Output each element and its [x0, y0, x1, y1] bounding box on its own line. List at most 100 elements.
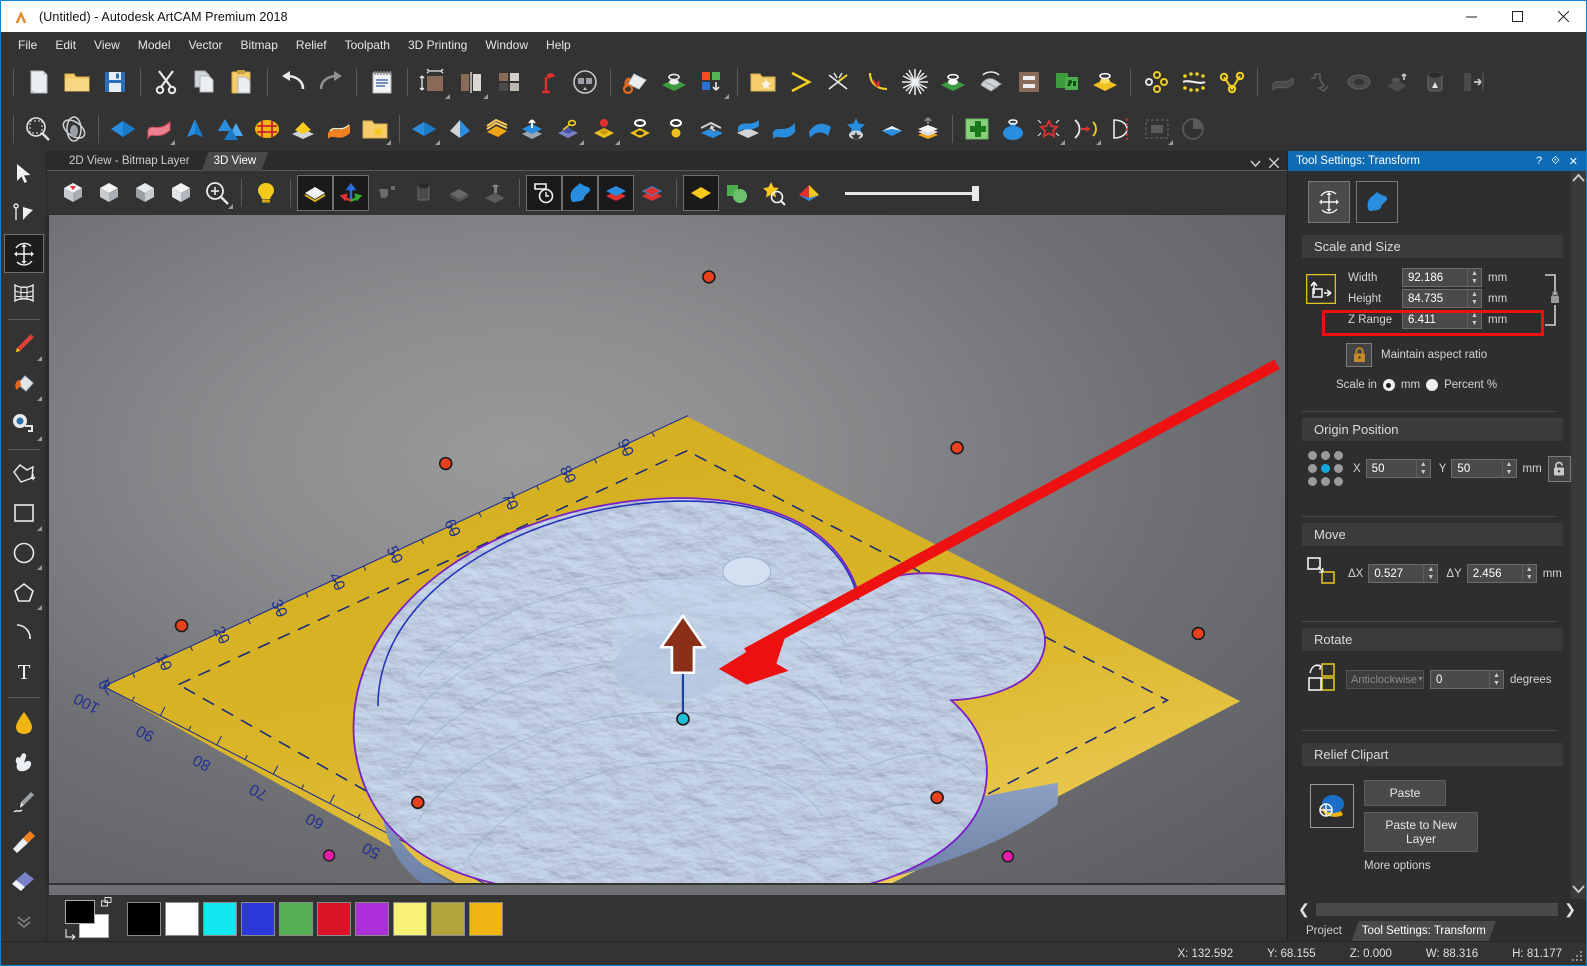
menu-bitmap[interactable]: Bitmap	[232, 34, 287, 56]
origin-lock-button[interactable]	[1547, 455, 1571, 482]
pie-icon[interactable]	[1175, 111, 1211, 147]
model-size-icon[interactable]	[414, 63, 452, 101]
two-rail-sweep-icon[interactable]	[213, 111, 249, 147]
origin-x-field[interactable]	[1366, 460, 1416, 477]
view-top-icon[interactable]	[55, 175, 91, 211]
transform-mode-button[interactable]	[1308, 181, 1350, 223]
relief-library-icon[interactable]	[357, 111, 393, 147]
spin-relief-icon[interactable]	[177, 111, 213, 147]
view-iso1-icon[interactable]	[91, 175, 127, 211]
paste-button[interactable]: Paste	[1364, 780, 1446, 806]
scale-percent-radio[interactable]	[1426, 379, 1439, 391]
orbit-model-icon[interactable]	[56, 111, 92, 147]
height-field[interactable]	[1403, 290, 1467, 307]
view-slider[interactable]	[845, 185, 979, 201]
node-path-icon[interactable]	[1213, 63, 1251, 101]
anchor-dot[interactable]	[1308, 477, 1317, 486]
texture-flow-icon[interactable]	[321, 111, 357, 147]
flow-icon[interactable]	[1067, 111, 1103, 147]
node-edit-icon[interactable]	[782, 63, 820, 101]
open-file-icon[interactable]	[58, 63, 96, 101]
sparkle-star-icon[interactable]	[1031, 111, 1067, 147]
anchor-dot-selected[interactable]	[1321, 464, 1330, 473]
transform-tool[interactable]	[3, 234, 44, 273]
origin-x-spinner[interactable]: ▲ ▼	[1415, 460, 1430, 477]
origin-y-input[interactable]: ▲▼	[1451, 459, 1517, 478]
menu-3d-printing[interactable]: 3D Printing	[399, 34, 476, 56]
color-merge-icon[interactable]	[693, 63, 731, 101]
minimize-button[interactable]	[1448, 1, 1494, 32]
palette-swatch[interactable]	[127, 902, 161, 936]
maximize-button[interactable]	[1494, 1, 1540, 32]
polyline-tool[interactable]	[4, 454, 44, 493]
rotate-direction-dropdown[interactable]: Anticlockwise ▼	[1346, 670, 1424, 689]
texture-relief-icon[interactable]	[972, 63, 1010, 101]
simulation-clock-icon[interactable]	[526, 175, 562, 211]
width-spinner[interactable]: ▲ ▼	[1467, 269, 1481, 286]
color-shade-icon[interactable]	[791, 175, 827, 211]
tiles-icon[interactable]	[490, 63, 528, 101]
scale-mm-radio[interactable]	[1382, 379, 1395, 391]
show-cylinder-icon[interactable]	[405, 175, 441, 211]
foreground-color-swatch[interactable]	[65, 900, 95, 924]
mirror-mode-icon[interactable]	[1103, 111, 1139, 147]
tab-tool-settings[interactable]: Tool Settings: Transform	[1352, 921, 1496, 941]
viewport-hscrollbar[interactable]	[49, 885, 1285, 895]
select-arrow-tool[interactable]	[4, 155, 44, 194]
width-input[interactable]: ▲▼	[1402, 268, 1482, 287]
undo-icon[interactable]	[274, 63, 312, 101]
chisel-tool[interactable]	[4, 822, 44, 861]
palette-swatch[interactable]	[393, 902, 427, 936]
origin-x-input[interactable]: ▲▼	[1365, 459, 1431, 478]
star-shape-icon[interactable]	[896, 63, 934, 101]
help-icon[interactable]: ?	[1536, 155, 1542, 168]
panel-scrollbar[interactable]	[1571, 171, 1586, 899]
redo-icon[interactable]	[312, 63, 350, 101]
zoom-tool-icon[interactable]	[199, 175, 235, 211]
close-button[interactable]	[1540, 1, 1586, 32]
palette-swatch[interactable]	[279, 902, 313, 936]
rectangle-tool[interactable]	[4, 494, 44, 533]
tab-menu-chevron-icon[interactable]	[1250, 159, 1261, 171]
pin-icon[interactable]: ⟐	[1551, 155, 1560, 168]
swap-colors-icon[interactable]	[101, 897, 115, 909]
show-relief-gold-icon[interactable]	[683, 175, 719, 211]
extrude-relief-icon[interactable]	[141, 111, 177, 147]
move-dy-input[interactable]: ▲▼	[1466, 564, 1537, 583]
ring-icon[interactable]	[1340, 63, 1378, 101]
offset-relief-icon[interactable]	[514, 111, 550, 147]
zrange-spinner[interactable]: ▲ ▼	[1467, 311, 1481, 328]
mirror-model-icon[interactable]	[452, 63, 490, 101]
save-file-icon[interactable]	[96, 63, 134, 101]
tab-3d-view[interactable]: 3D View	[202, 152, 269, 171]
menu-vector[interactable]: Vector	[180, 34, 232, 56]
anchor-dot[interactable]	[1308, 464, 1317, 473]
vector-library-icon[interactable]	[744, 63, 782, 101]
zoom-selection-icon[interactable]	[20, 111, 56, 147]
palette-swatch[interactable]	[165, 902, 199, 936]
menu-model[interactable]: Model	[129, 34, 180, 56]
ring-relief-icon[interactable]	[622, 111, 658, 147]
view-iso2-icon[interactable]	[127, 175, 163, 211]
warp-mesh-tool[interactable]	[4, 274, 44, 313]
show-composite-icon[interactable]	[634, 175, 670, 211]
more-options-link[interactable]: More options	[1364, 860, 1571, 872]
palette-swatch[interactable]	[203, 902, 237, 936]
notes-icon[interactable]	[363, 63, 401, 101]
smooth-relief-icon[interactable]	[406, 111, 442, 147]
drag-relief-icon[interactable]	[694, 111, 730, 147]
menu-relief[interactable]: Relief	[287, 34, 336, 56]
polygon-tool[interactable]	[4, 573, 44, 612]
view-iso3-icon[interactable]	[163, 175, 199, 211]
scatter-circles-icon[interactable]	[1137, 63, 1175, 101]
move-dx-spinner[interactable]: ▲ ▼	[1423, 565, 1437, 582]
palette-swatch[interactable]	[469, 902, 503, 936]
new-model-icon[interactable]	[20, 63, 58, 101]
show-axes-icon[interactable]	[333, 175, 369, 211]
height-spinner[interactable]: ▲ ▼	[1467, 290, 1481, 307]
fillet-icon[interactable]	[858, 63, 896, 101]
slider-track[interactable]	[845, 185, 979, 201]
copy-icon[interactable]	[185, 63, 223, 101]
origin-y-field[interactable]	[1452, 460, 1502, 477]
nav-prev-button[interactable]: ❮	[1292, 901, 1316, 918]
